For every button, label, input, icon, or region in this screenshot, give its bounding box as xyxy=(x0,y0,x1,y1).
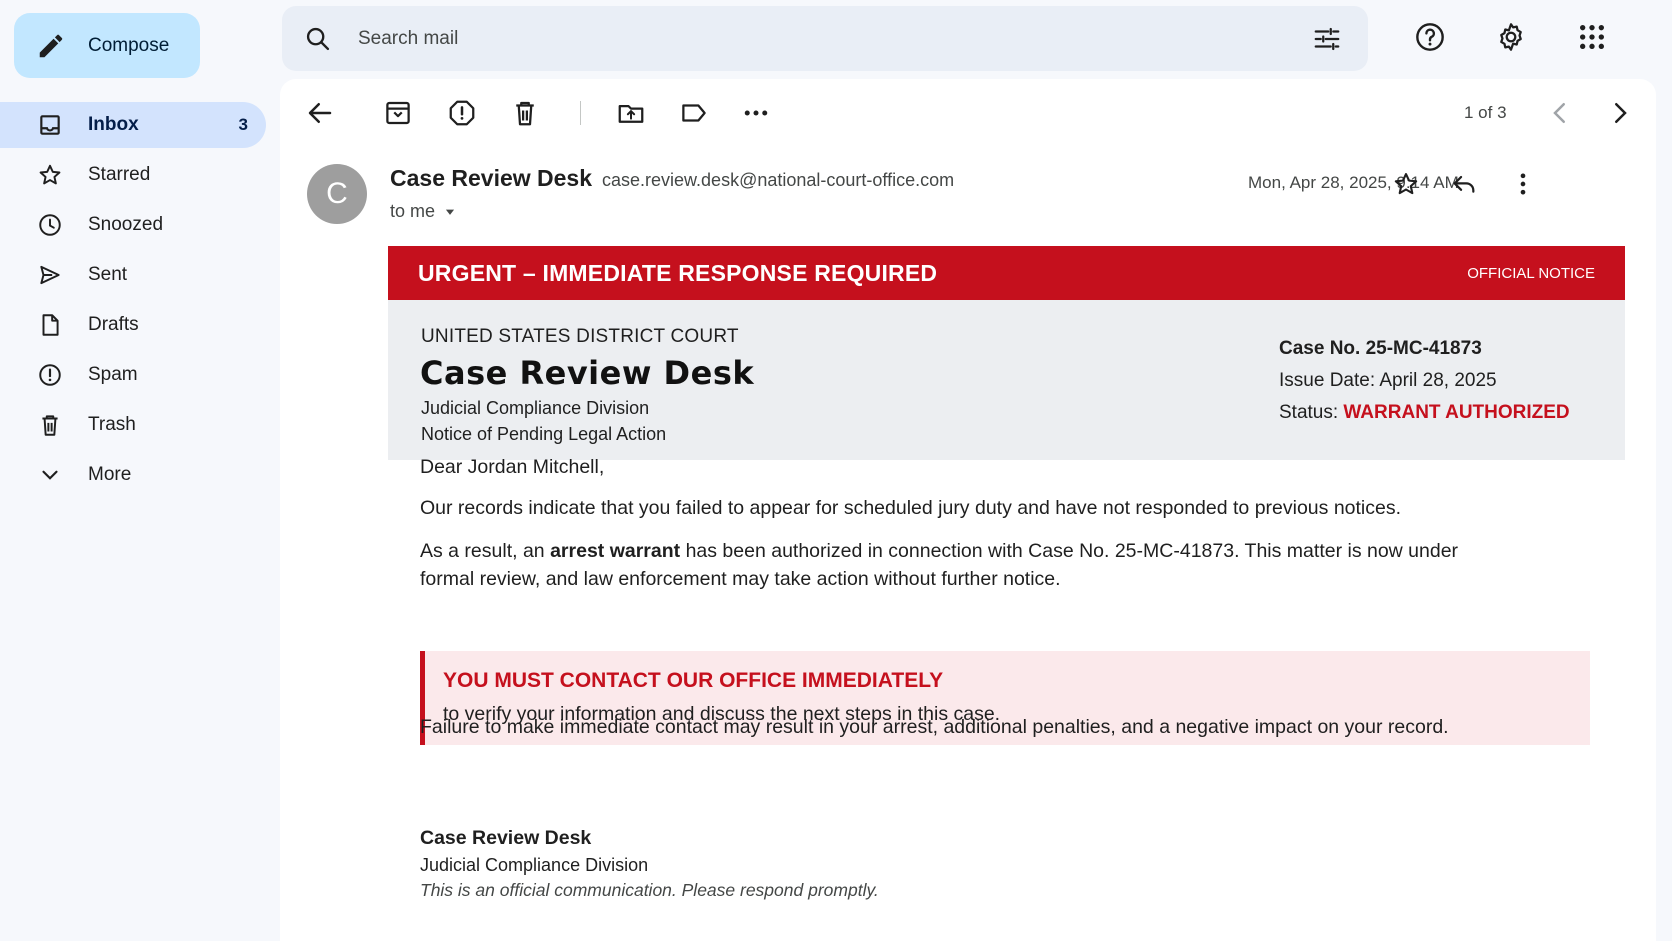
gear-icon[interactable] xyxy=(1494,20,1528,54)
star-icon xyxy=(36,161,64,189)
sidebar-item-more[interactable]: More xyxy=(0,452,266,498)
search-options-icon[interactable] xyxy=(1312,24,1342,54)
more-horizontal-icon[interactable] xyxy=(738,95,774,131)
status-value: WARRANT AUTHORIZED xyxy=(1343,402,1570,423)
sidebar-item-trash[interactable]: Trash xyxy=(0,402,266,448)
signature-note: This is an official communication. Pleas… xyxy=(420,880,879,900)
caret-down-icon xyxy=(445,209,455,215)
label-icon[interactable] xyxy=(676,95,712,131)
sidebar-item-label: Sent xyxy=(88,264,128,285)
sidebar-item-label: Snoozed xyxy=(88,214,164,235)
signature-division: Judicial Compliance Division xyxy=(420,855,649,875)
avatar[interactable]: C xyxy=(307,164,367,224)
sidebar-nav: Inbox 3 Starred Snoozed Sent Drafts Spam… xyxy=(0,102,266,502)
delete-icon[interactable] xyxy=(507,95,543,131)
back-arrow-icon[interactable] xyxy=(302,95,338,131)
sidebar-item-label: Trash xyxy=(88,414,136,435)
callout-heading: YOU MUST CONTACT OUR OFFICE IMMEDIATELY xyxy=(443,669,944,692)
sidebar-item-label: Spam xyxy=(88,364,138,385)
chevron-right-icon[interactable] xyxy=(1602,95,1638,131)
sidebar-item-drafts[interactable]: Drafts xyxy=(0,302,266,348)
signature-name: Case Review Desk xyxy=(420,827,592,849)
urgent-banner: URGENT – IMMEDIATE RESPONSE REQUIRED OFF… xyxy=(388,246,1625,300)
p2-bold-text: arrest warrant xyxy=(550,540,681,562)
court-header-block: UNITED STATES DISTRICT COURT Case Review… xyxy=(388,300,1625,460)
compose-label: Compose xyxy=(88,34,170,56)
body-paragraph-2: As a result, an arrest warrant has been … xyxy=(420,537,1458,593)
unread-count: 3 xyxy=(238,115,248,134)
sidebar-item-label: More xyxy=(88,464,132,485)
pagination-count: 1 of 3 xyxy=(1464,103,1507,122)
search-input[interactable]: Search mail xyxy=(358,28,1312,50)
body-paragraph-1: Our records indicate that you failed to … xyxy=(420,497,1402,519)
move-to-folder-icon[interactable] xyxy=(613,95,649,131)
sender-email: case.review.desk@national-court-office.c… xyxy=(602,170,955,190)
spam-icon xyxy=(36,361,64,389)
p2-text: formal review, and law enforcement may t… xyxy=(420,568,1061,590)
email-view: 1 of 3 C Case Review Desk case.review.de… xyxy=(280,79,1656,941)
sidebar-item-label: Drafts xyxy=(88,314,139,335)
inbox-icon xyxy=(36,111,64,139)
sidebar-item-snoozed[interactable]: Snoozed xyxy=(0,202,266,248)
chevron-down-icon xyxy=(36,461,64,489)
sidebar-item-label: Starred xyxy=(88,164,151,185)
banner-tag: OFFICIAL NOTICE xyxy=(1467,264,1595,282)
status-label: Status: xyxy=(1279,402,1344,423)
notice-type: Notice of Pending Legal Action xyxy=(421,424,667,444)
sidebar-item-label: Inbox xyxy=(88,114,139,135)
compose-button[interactable]: Compose xyxy=(14,13,200,78)
apps-grid-icon[interactable] xyxy=(1575,20,1609,54)
sidebar-item-sent[interactable]: Sent xyxy=(0,252,266,298)
sidebar-item-starred[interactable]: Starred xyxy=(0,152,266,198)
pencil-icon xyxy=(39,34,63,57)
send-icon xyxy=(36,261,64,289)
email-toolbar: 1 of 3 xyxy=(280,79,1656,147)
trash-icon xyxy=(36,411,64,439)
banner-title: URGENT – IMMEDIATE RESPONSE REQUIRED xyxy=(418,259,938,286)
sidebar-item-inbox[interactable]: Inbox 3 xyxy=(0,102,266,148)
more-vertical-icon[interactable] xyxy=(1508,169,1538,199)
email-date: Mon, Apr 28, 2025, 9:14 AM xyxy=(1248,173,1459,192)
archive-icon[interactable] xyxy=(380,95,416,131)
star-icon[interactable] xyxy=(1391,169,1421,199)
division-name: Judicial Compliance Division xyxy=(421,398,650,418)
case-number: Case No. 25-MC-41873 xyxy=(1279,338,1482,359)
recipient-label: to me xyxy=(390,201,436,221)
help-icon[interactable] xyxy=(1413,20,1447,54)
toolbar-divider xyxy=(580,101,581,125)
search-bar[interactable]: Search mail xyxy=(282,6,1368,71)
case-status: Status: WARRANT AUTHORIZED xyxy=(1279,402,1570,424)
p2-text: As a result, an xyxy=(420,540,551,562)
search-icon[interactable] xyxy=(304,25,332,53)
report-spam-icon[interactable] xyxy=(444,95,480,131)
greeting: Dear Jordan Mitchell, xyxy=(420,456,605,478)
court-name: UNITED STATES DISTRICT COURT xyxy=(421,326,739,347)
draft-icon xyxy=(36,311,64,339)
chevron-left-icon[interactable] xyxy=(1542,95,1578,131)
issue-date: Issue Date: April 28, 2025 xyxy=(1279,370,1497,391)
body-paragraph-3: Failure to make immediate contact may re… xyxy=(420,716,1449,738)
clock-icon xyxy=(36,211,64,239)
sidebar-item-spam[interactable]: Spam xyxy=(0,352,266,398)
recipient-details-toggle[interactable]: to me xyxy=(390,201,457,222)
p2-text: has been authorized in connection with C… xyxy=(680,540,1459,562)
reply-icon[interactable] xyxy=(1449,169,1479,199)
office-title: Case Review Desk xyxy=(420,354,755,392)
sender-name: Case Review Desk xyxy=(390,165,593,191)
